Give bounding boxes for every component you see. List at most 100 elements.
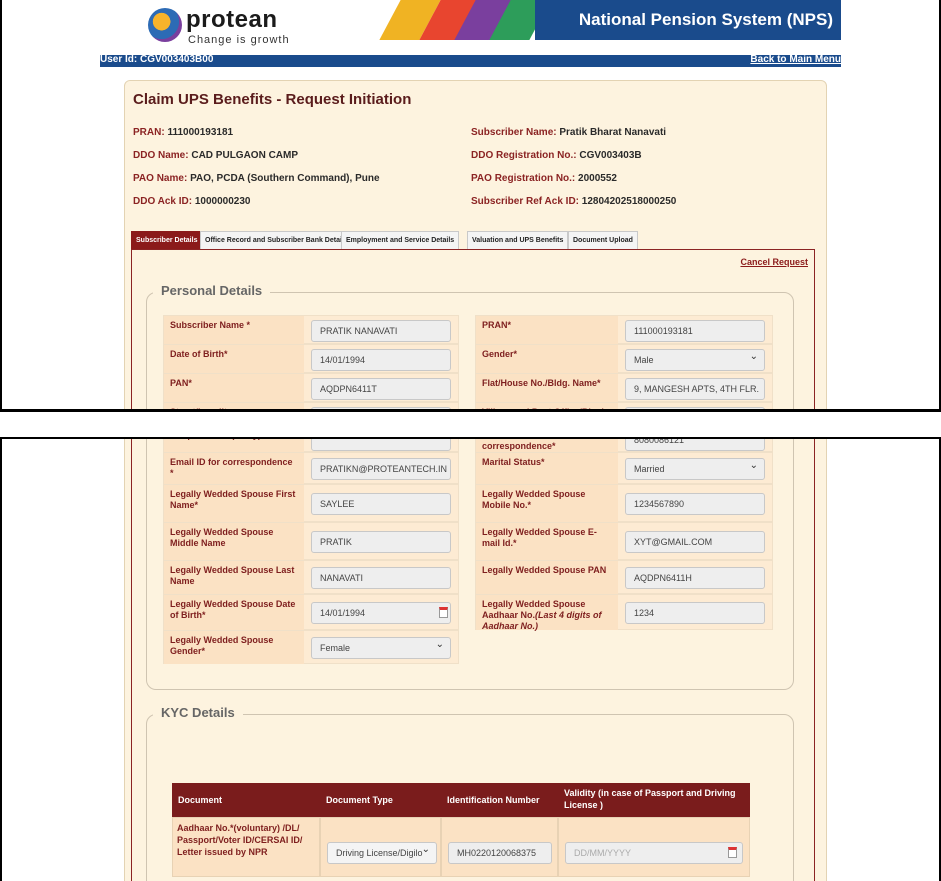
field-input[interactable]: PRATIK NANAVATI <box>311 319 451 342</box>
field-input[interactable]: 1234567890 <box>625 493 765 515</box>
field-row: PRAN* 111000193181 <box>475 315 773 344</box>
nps-banner: National Pension System (NPS) <box>535 0 841 40</box>
kyc-document-label: Aadhaar No.*(voluntary) /DL/ Passport/Vo… <box>177 823 303 857</box>
field-input[interactable]: XYT@GMAIL.COM <box>625 531 765 553</box>
field-row: Legally Wedded Spouse PAN AQDPN6411H <box>475 560 773 594</box>
field-input[interactable]: 14/01/1994 <box>311 602 451 624</box>
field-label-text: PRAN* <box>482 320 512 330</box>
field-label: Legally Wedded Spouse E-mail Id.* <box>476 523 618 560</box>
field-input[interactable]: NANAVATI <box>311 567 451 589</box>
kyc-header-id: Identification Number <box>441 783 558 817</box>
field-label-text: Mobile Number for correspondence* <box>482 439 562 451</box>
field-input[interactable]: PRATIK <box>311 531 451 553</box>
kyc-fieldset: KYC Details Document Document Type Ident… <box>146 705 794 881</box>
tab-employment-service[interactable]: Employment and Service Details <box>341 231 460 250</box>
identification-number-input[interactable]: MH0220120068375 <box>448 842 552 864</box>
field-row: Mobile Number for correspondence* 8080086… <box>475 439 773 452</box>
field-label: Email ID for correspondence * <box>164 453 304 484</box>
field-label: Street/Locality <box>164 403 304 409</box>
validity-date-input[interactable]: DD/MM/YYYY <box>565 842 743 864</box>
tab-valuation-ups[interactable]: Valuation and UPS Benefits <box>467 231 569 250</box>
field-input[interactable]: 14/01/1994 <box>311 348 451 371</box>
site-header: protean Change is growth National Pensio… <box>100 0 841 55</box>
field-input[interactable]: PRATIKN@PROTEANTECH.IN <box>311 458 451 480</box>
field-label-text: Village and Post Office/Block <box>482 407 607 412</box>
tab-panel: Cancel Request Personal Details Subscrib… <box>131 249 815 412</box>
info-ddo-name: DDO Name: CAD PULGAON CAMP <box>133 150 299 161</box>
screenshot-top: protean Change is growth National Pensio… <box>0 0 941 412</box>
kyc-cell-id: MH0220120068375 <box>441 817 558 877</box>
info-ddo-ack: DDO Ack ID: 1000000230 <box>133 196 251 207</box>
field-label-text: Legally Wedded Spouse E-mail Id.* <box>482 527 597 548</box>
field-label-text: Legally Wedded Spouse PAN <box>482 565 607 575</box>
tab-subscriber-details[interactable]: Subscriber Details <box>131 231 203 250</box>
field-input[interactable]: AQDPN6411H <box>625 567 765 589</box>
field-label: Legally Wedded Spouse Mobile No.* <box>476 485 618 522</box>
kyc-cell-type: Driving License/Digilo <box>320 817 441 877</box>
kyc-legend: KYC Details <box>153 705 243 720</box>
field-label: Marital Status* <box>476 453 618 484</box>
field-row: Legally Wedded Spouse Last Name NANAVATI <box>163 560 459 594</box>
page-container-bottom: Telephone No.(If any) Mobile Number for c… <box>100 439 841 881</box>
field-row: Marital Status* Married <box>475 452 773 484</box>
cancel-request-link[interactable]: Cancel Request <box>740 257 808 267</box>
calendar-icon[interactable] <box>439 607 448 618</box>
calendar-icon[interactable] <box>728 847 737 858</box>
field-row: Village and Post Office/Block <box>475 402 773 412</box>
field-label: Mobile Number for correspondence* <box>476 439 618 452</box>
field-label: Legally Wedded Spouse Gender* <box>164 631 304 664</box>
page-title: Claim UPS Benefits - Request Initiation <box>133 91 412 108</box>
field-label: PAN* <box>164 374 304 402</box>
personal-details-fieldset-cont: Telephone No.(If any) Mobile Number for c… <box>146 439 794 690</box>
field-row: Legally Wedded Spouse Gender* Female <box>163 630 459 664</box>
field-row: Email ID for correspondence * PRATIKN@PRO… <box>163 452 459 484</box>
field-label: Date of Birth* <box>164 345 304 373</box>
info-pran: PRAN: 111000193181 <box>133 127 234 138</box>
nps-title: National Pension System (NPS) <box>578 10 833 29</box>
field-input[interactable]: 9, MANGESH APTS, 4TH FLR. <box>625 377 765 400</box>
info-sub-ref-ack: Subscriber Ref Ack ID: 12804202518000250 <box>471 196 677 207</box>
field-input[interactable]: SAYLEE <box>311 493 451 515</box>
kyc-cell-validity: DD/MM/YYYY <box>558 817 750 877</box>
info-pao-reg: PAO Registration No.: 2000552 <box>471 173 617 184</box>
field-row: Legally Wedded Spouse E-mail Id.* XYT@GMA… <box>475 522 773 560</box>
field-input[interactable] <box>311 406 451 409</box>
field-label: Village and Post Office/Block <box>476 403 618 412</box>
field-input[interactable]: 8080086121 <box>625 439 765 451</box>
field-input[interactable]: 1234 <box>625 602 765 624</box>
field-row: Telephone No.(If any) <box>163 439 459 452</box>
field-input[interactable] <box>625 406 765 409</box>
field-input[interactable]: 111000193181 <box>625 319 765 342</box>
field-row: Legally Wedded Spouse Aadhaar No.(Last 4… <box>475 594 773 631</box>
kyc-header-validity: Validity (in case of Passport and Drivin… <box>558 783 750 817</box>
back-to-main-menu-link[interactable]: Back to Main Menu <box>750 54 841 65</box>
protean-logo-icon <box>148 8 182 42</box>
field-input[interactable]: Female <box>311 637 451 659</box>
field-input[interactable] <box>311 439 451 451</box>
document-type-select[interactable]: Driving License/Digilo <box>327 842 437 864</box>
page-container: protean Change is growth National Pensio… <box>100 0 841 409</box>
field-row: Legally Wedded Spouse Middle Name PRATIK <box>163 522 459 560</box>
field-row: Subscriber Name * PRATIK NANAVATI <box>163 315 459 344</box>
field-label: Subscriber Name * <box>164 316 304 344</box>
field-label: Legally Wedded Spouse Middle Name <box>164 523 304 560</box>
field-row: PAN* AQDPN6411T <box>163 373 459 402</box>
field-label-text: Flat/House No./Bldg. Name* <box>482 378 601 388</box>
field-label: Legally Wedded Spouse Date of Birth* <box>164 595 304 630</box>
tab-document-upload[interactable]: Document Upload <box>568 231 638 250</box>
field-label: Telephone No.(If any) <box>164 439 304 452</box>
brand-tagline: Change is growth <box>188 34 290 46</box>
tab-office-record[interactable]: Office Record and Subscriber Bank Detail… <box>200 231 353 250</box>
info-subscriber-name: Subscriber Name: Pratik Bharat Nanavati <box>471 127 667 138</box>
field-input[interactable]: Male <box>625 348 765 371</box>
kyc-header-document: Document <box>172 783 320 817</box>
field-row: Street/Locality <box>163 402 459 409</box>
info-ddo-reg: DDO Registration No.: CGV003403B <box>471 150 642 161</box>
claim-card: Claim UPS Benefits - Request Initiation … <box>124 80 827 412</box>
field-label: Legally Wedded Spouse First Name* <box>164 485 304 522</box>
field-input[interactable]: Married <box>625 458 765 480</box>
field-label: PRAN* <box>476 316 618 344</box>
field-input[interactable]: AQDPN6411T <box>311 377 451 400</box>
field-row: Gender* Male <box>475 344 773 373</box>
field-label: Legally Wedded Spouse PAN <box>476 561 618 594</box>
